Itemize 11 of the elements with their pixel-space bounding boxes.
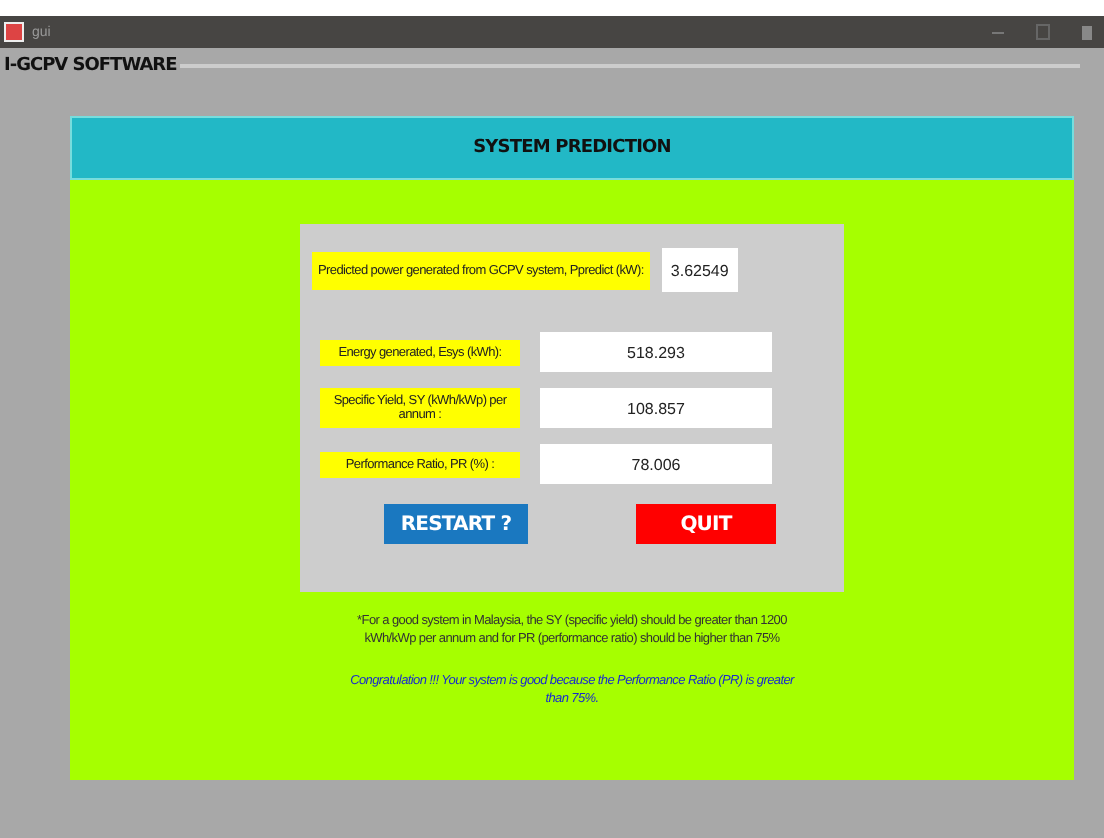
output-field: 78.006 [540, 444, 772, 484]
output-field: 108.857 [540, 388, 772, 428]
software-title: I-GCPV SOFTWARE [4, 56, 177, 76]
header-title: SYSTEM PREDICTION [473, 138, 671, 158]
minimize-icon[interactable] [992, 31, 1004, 33]
output-field: 518.293 [540, 332, 772, 372]
maximize-icon[interactable] [1036, 24, 1050, 40]
app-icon [4, 22, 24, 42]
restart-button[interactable]: RESTART ? [384, 504, 528, 544]
output-field: 3.62549 [661, 248, 738, 292]
quit-button[interactable]: QUIT [636, 504, 776, 544]
